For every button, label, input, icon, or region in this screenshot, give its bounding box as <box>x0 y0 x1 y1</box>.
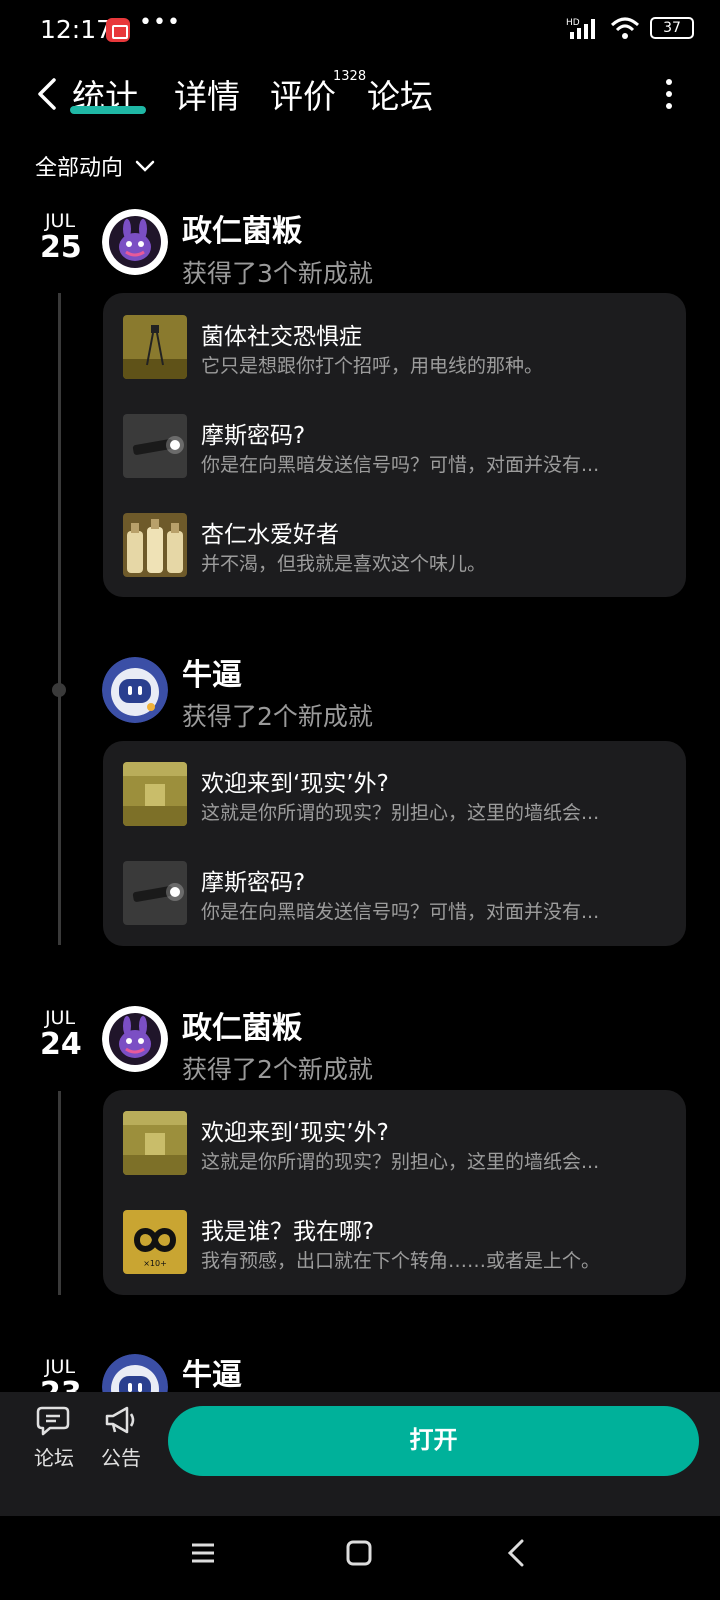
reviews-count-badge: 1328 <box>333 69 367 84</box>
achievement-summary: 获得了2个新成就 <box>182 702 373 731</box>
achievement-card: 菌体社交恐惧症 它只是想跟你打个招呼，用电线的那种。 摩斯密码? 你是在向黑暗发… <box>103 293 686 597</box>
signal-hd-label: HD <box>566 18 580 28</box>
achievement-desc: 我有预感，出口就在下个转角……或者是上个。 <box>201 1250 601 1272</box>
robot-avatar-icon <box>102 657 168 723</box>
achievement-summary: 获得了3个新成就 <box>182 259 373 288</box>
user-avatar[interactable] <box>102 209 168 275</box>
achievement-title: 杏仁水爱好者 <box>201 522 339 548</box>
user-name[interactable]: 政仁菌粄 <box>182 206 302 250</box>
yellow-hallway-thumb-icon <box>123 762 187 826</box>
cellular-signal-icon: HD <box>566 18 595 39</box>
activity-filter-dropdown[interactable]: 全部动向 <box>35 150 155 182</box>
app-notification-icon <box>106 18 130 42</box>
achievement-desc: 你是在向黑暗发送信号吗？可惜，对面并没有... <box>201 901 600 923</box>
home-icon[interactable] <box>346 1540 372 1566</box>
flashlight-thumb-icon <box>123 861 187 925</box>
achievement-title: 欢迎来到‘现实’外? <box>201 1120 389 1146</box>
achievement-desc: 这就是你所谓的现实？别担心，这里的墙纸会... <box>201 802 600 824</box>
wifi-icon <box>610 17 640 39</box>
tab-reviews[interactable]: 评价 <box>270 70 336 118</box>
achievement-title: 菌体社交恐惧症 <box>201 324 362 350</box>
date-label: JUL 24 <box>40 1007 82 1062</box>
achievement-title: 欢迎来到‘现实’外? <box>201 771 389 797</box>
yellow-room-figure-thumb-icon <box>123 315 187 379</box>
timeline-dot <box>52 683 66 697</box>
achievement-card: 欢迎来到‘现实’外? 这就是你所谓的现实？别担心，这里的墙纸会... ×10+ … <box>103 1090 686 1295</box>
status-icons: HD 37 <box>566 16 694 40</box>
tab-forum[interactable]: 论坛 <box>367 70 433 118</box>
achievement-title: 摩斯密码? <box>201 870 306 896</box>
achievement-item[interactable]: ×10+ 我是谁？我在哪? 我有预感，出口就在下个转角……或者是上个。 <box>123 1210 666 1276</box>
purple-bunny-avatar-icon <box>102 1006 168 1072</box>
filter-label: 全部动向 <box>35 156 124 181</box>
achievement-item[interactable]: 摩斯密码? 你是在向黑暗发送信号吗？可惜，对面并没有... <box>123 414 666 480</box>
megaphone-icon <box>105 1406 135 1434</box>
purple-bunny-avatar-icon <box>102 209 168 275</box>
chevron-down-icon <box>135 160 155 172</box>
user-name[interactable]: 牛逼 <box>182 650 242 694</box>
achievement-item[interactable]: 杏仁水爱好者 并不渴，但我就是喜欢这个味儿。 <box>123 513 666 579</box>
timeline-line <box>58 293 61 945</box>
user-name[interactable]: 政仁菌粄 <box>182 1003 302 1047</box>
date-label: JUL 25 <box>40 210 82 265</box>
system-navigation-bar <box>0 1516 720 1600</box>
open-game-button[interactable]: 打开 <box>168 1406 699 1476</box>
bottles-thumb-icon <box>123 513 187 577</box>
achievement-desc: 并不渴，但我就是喜欢这个味儿。 <box>201 553 487 575</box>
active-tab-indicator <box>70 106 146 114</box>
infinity-thumb-icon: ×10+ <box>123 1210 187 1274</box>
tab-details[interactable]: 详情 <box>174 70 240 118</box>
forum-chat-icon <box>36 1406 70 1436</box>
user-avatar[interactable] <box>102 657 168 723</box>
menu-icon[interactable] <box>190 1540 216 1566</box>
achievement-item[interactable]: 摩斯密码? 你是在向黑暗发送信号吗？可惜，对面并没有... <box>123 861 666 927</box>
more-options-icon[interactable] <box>664 78 674 110</box>
timeline-line <box>58 1091 61 1295</box>
achievement-desc: 这就是你所谓的现实？别担心，这里的墙纸会... <box>201 1151 600 1173</box>
back-nav-icon[interactable] <box>504 1538 530 1568</box>
date-day: 24 <box>40 1027 82 1062</box>
achievement-desc: 你是在向黑暗发送信号吗？可惜，对面并没有... <box>201 454 600 476</box>
date-day: 25 <box>40 230 82 265</box>
date-month: JUL <box>44 210 76 232</box>
date-month: JUL <box>44 1007 76 1029</box>
status-more-indicator: ••• <box>139 10 181 35</box>
notice-label: 公告 <box>101 1446 141 1470</box>
achievement-item[interactable]: 菌体社交恐惧症 它只是想跟你打个招呼，用电线的那种。 <box>123 315 666 381</box>
flashlight-thumb-icon <box>123 414 187 478</box>
achievement-item[interactable]: 欢迎来到‘现实’外? 这就是你所谓的现实？别担心，这里的墙纸会... <box>123 762 666 828</box>
achievement-item[interactable]: 欢迎来到‘现实’外? 这就是你所谓的现实？别担心，这里的墙纸会... <box>123 1111 666 1177</box>
achievement-card: 欢迎来到‘现实’外? 这就是你所谓的现实？别担心，这里的墙纸会... 摩斯密码?… <box>103 741 686 946</box>
notice-button[interactable]: 公告 <box>91 1404 151 1471</box>
achievement-title: 我是谁？我在哪? <box>201 1219 375 1245</box>
achievement-desc: 它只是想跟你打个招呼，用电线的那种。 <box>201 355 544 377</box>
user-avatar[interactable] <box>102 1006 168 1072</box>
forum-label: 论坛 <box>34 1446 74 1470</box>
thumb-caption: ×10+ <box>143 1259 167 1268</box>
back-arrow-icon[interactable] <box>28 74 68 114</box>
forum-button[interactable]: 论坛 <box>24 1404 84 1471</box>
user-name[interactable]: 牛逼 <box>182 1350 242 1394</box>
achievement-title: 摩斯密码? <box>201 423 306 449</box>
yellow-hallway-thumb-icon <box>123 1111 187 1175</box>
battery-icon: 37 <box>650 17 694 39</box>
achievement-summary: 获得了2个新成就 <box>182 1055 373 1084</box>
status-time: 12:17 <box>40 15 113 44</box>
date-month: JUL <box>44 1356 76 1378</box>
